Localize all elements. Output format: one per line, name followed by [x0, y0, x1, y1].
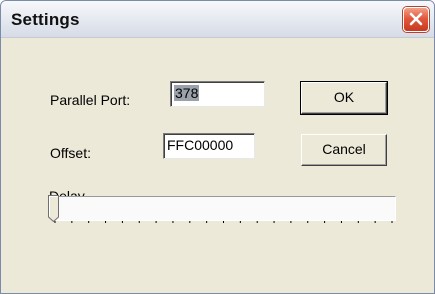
dialog-title: Settings	[11, 10, 80, 29]
delay-slider-thumb[interactable]	[48, 195, 59, 222]
dialog-body: Parallel Port: 378 Offset: FFC00000 OK C…	[1, 38, 434, 293]
close-icon	[409, 12, 423, 26]
delay-slider-track[interactable]	[53, 196, 396, 221]
close-button[interactable]	[403, 7, 429, 32]
delay-slider-ticks	[54, 218, 393, 223]
title-bar[interactable]: Settings	[1, 1, 434, 38]
settings-dialog: Settings Parallel Port: 378 Offset: FFC0…	[0, 0, 435, 294]
